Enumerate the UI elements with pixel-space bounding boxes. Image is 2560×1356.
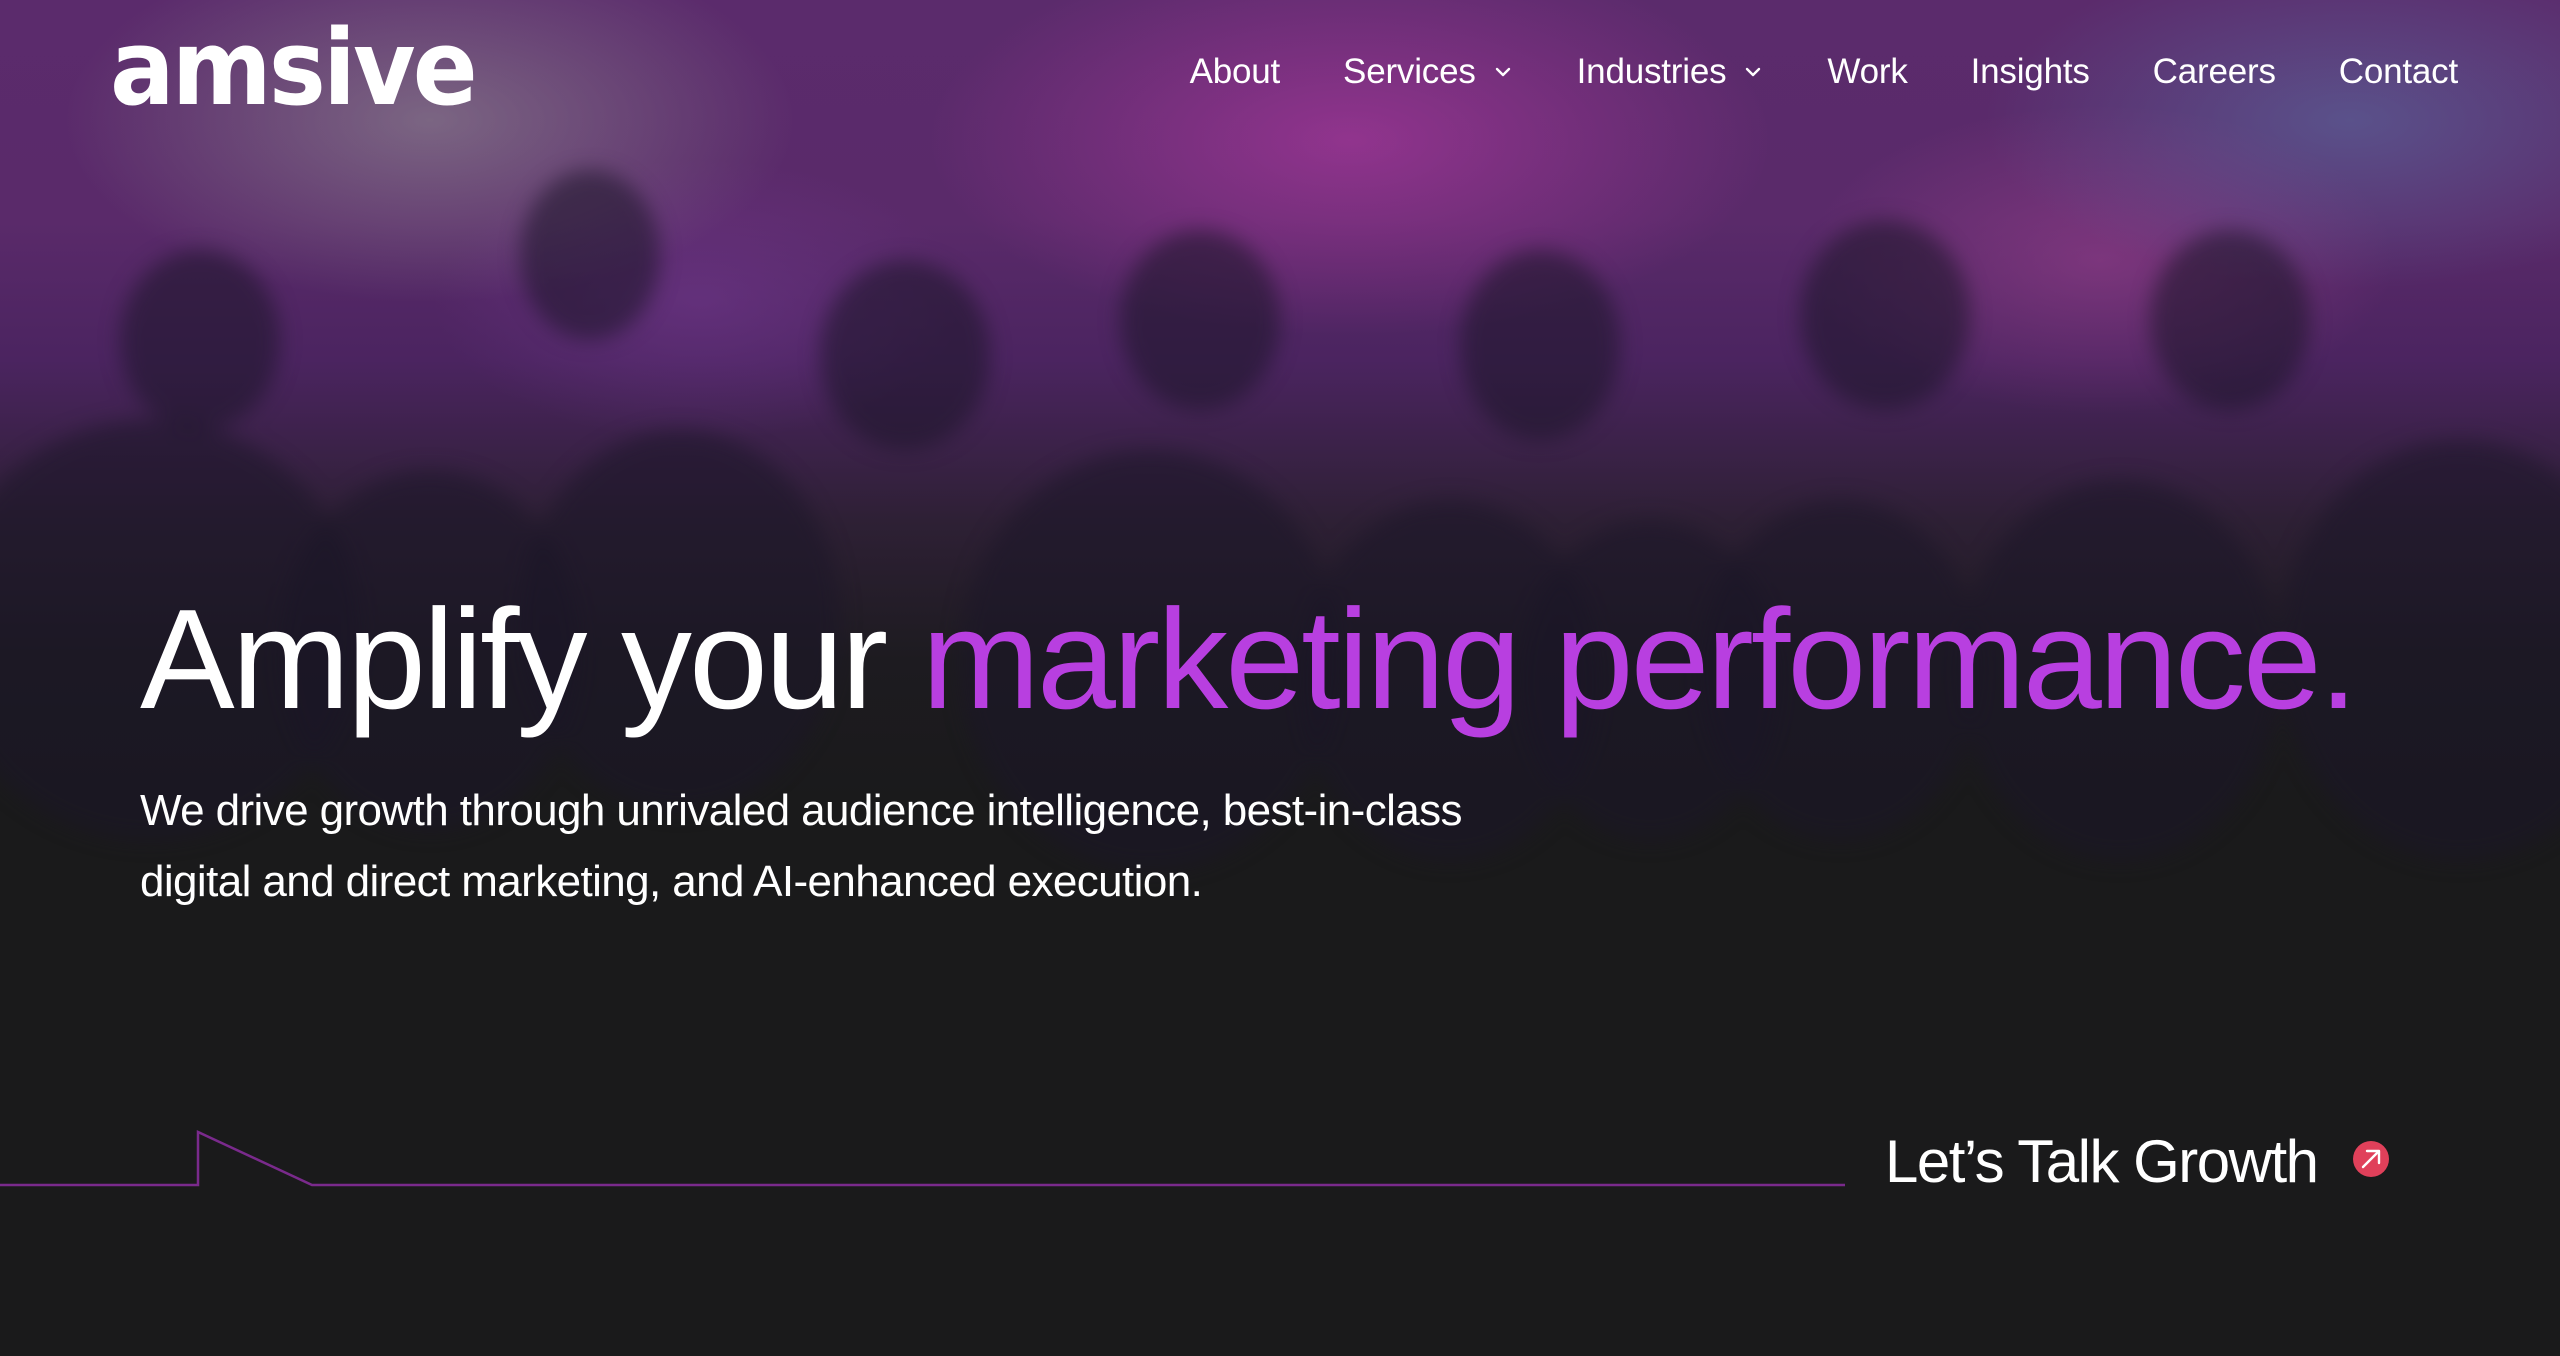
nav-item-industries[interactable]: Industries [1577, 44, 1765, 100]
chevron-down-icon [1746, 67, 1761, 77]
chevron-down-icon [1495, 67, 1510, 77]
nav-item-label: Contact [2338, 52, 2458, 91]
nav-item-careers[interactable]: Careers [2153, 44, 2276, 100]
lets-talk-growth-link[interactable]: Let’s Talk Growth [1885, 1122, 2390, 1202]
amsive-logo[interactable]: amsive [110, 18, 480, 118]
arrow-up-right-circle-icon [2352, 1141, 2389, 1177]
decorative-pulse-line [0, 1130, 1845, 1187]
subhead-line-2: digital and direct marketing, and AI-enh… [140, 857, 1203, 906]
logo-text: amsive [110, 18, 475, 118]
nav-item-label: Careers [2152, 52, 2276, 91]
headline-plain: Amplify your [140, 580, 922, 739]
nav-item-label: About [1189, 52, 1281, 91]
hero-subhead: We drive growth through unrivaled audien… [140, 775, 1560, 917]
page: amsive About Services Industries Work In… [0, 0, 2560, 1356]
nav-item-services[interactable]: Services [1343, 44, 1514, 100]
nav-item-label: Industries [1576, 52, 1727, 91]
nav-item-label: Services [1343, 52, 1476, 91]
nav-item-about[interactable]: About [1189, 44, 1281, 100]
nav-item-insights[interactable]: Insights [1971, 44, 2090, 100]
subhead-line-1: We drive growth through unrivaled audien… [140, 786, 1463, 835]
nav-item-label: Insights [1970, 52, 2090, 91]
hero-headline: Amplify your marketing performance. [140, 575, 2359, 745]
headline-accent: marketing performance. [921, 580, 2359, 739]
nav-item-contact[interactable]: Contact [2339, 44, 2458, 100]
main-nav: About Services Industries Work Insights … [1189, 44, 2459, 100]
nav-item-work[interactable]: Work [1827, 44, 1907, 100]
nav-item-label: Work [1827, 52, 1908, 91]
cta-label: Let’s Talk Growth [1885, 1128, 2319, 1195]
